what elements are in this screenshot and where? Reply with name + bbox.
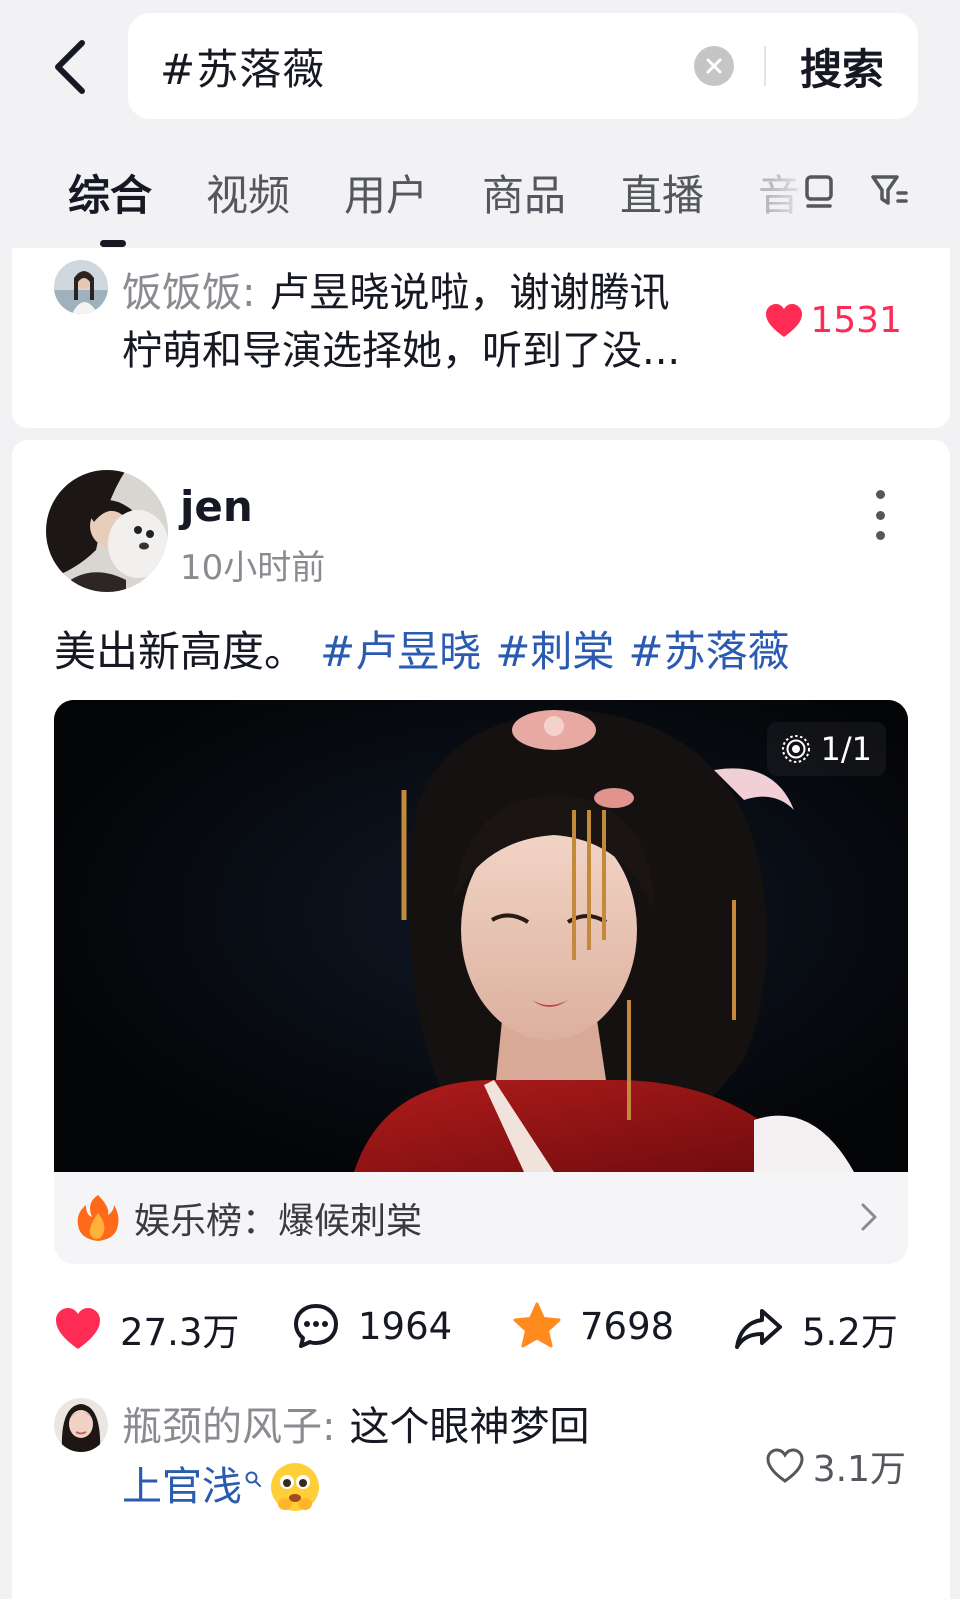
comment-icon (294, 1304, 338, 1348)
comment-like-count: 1531 (810, 300, 902, 341)
chevron-right-icon (861, 1203, 877, 1231)
avatar[interactable] (54, 260, 108, 314)
live-photo-icon (781, 735, 810, 763)
heart-icon (56, 1308, 100, 1349)
hashtag-link[interactable]: #苏落薇 (628, 627, 789, 676)
like-count: 27.3万 (120, 1311, 240, 1354)
tab-video[interactable]: 视频 (206, 162, 290, 223)
star-icon (513, 1302, 561, 1348)
more-options-icon[interactable] (870, 490, 890, 540)
comment-like-count: 3.1万 (812, 1449, 906, 1490)
search-input[interactable]: #苏落薇 (160, 36, 694, 97)
post-timestamp: 10小时前 (180, 548, 326, 588)
share-button[interactable]: 5.2万 (734, 1302, 898, 1356)
tab-users[interactable]: 用户 (344, 162, 428, 223)
image-counter: 1/1 (766, 722, 886, 776)
comment-username[interactable]: 饭饭饭: (122, 270, 255, 316)
tab-comprehensive[interactable]: 综合 (68, 162, 152, 223)
comment-username[interactable]: 瓶颈的风子: (122, 1404, 335, 1450)
hashtag-link[interactable]: #刺棠 (495, 627, 614, 676)
comment-text: 卢昱晓说啦，谢谢腾讯 (269, 270, 670, 316)
comment-button[interactable]: 1964 (292, 1302, 452, 1350)
comment-like-button[interactable]: 1531 (764, 300, 902, 341)
avatar[interactable] (46, 470, 168, 592)
filter-icon[interactable] (866, 168, 912, 214)
comment-count: 1964 (358, 1304, 453, 1348)
caption-text: 美出新高度。 (54, 627, 307, 676)
tab-live[interactable]: 直播 (620, 162, 704, 223)
search-icon (245, 1471, 261, 1487)
comment-like-button[interactable]: 3.1万 (765, 1440, 906, 1492)
comment-line-2: 上官浅 (122, 1458, 322, 1516)
share-count: 5.2万 (802, 1311, 898, 1354)
more-tabs-icon[interactable] (796, 168, 842, 214)
post-username[interactable]: jen (180, 482, 253, 531)
previous-post-card: 饭饭饭: 卢昱晓说啦，谢谢腾讯 柠萌和导演选择她，听到了没... 1531 (12, 248, 950, 428)
keyword-link[interactable]: 上官浅 (122, 1458, 242, 1516)
emoji-icon (271, 1463, 319, 1511)
search-box[interactable]: #苏落薇 搜索 (128, 13, 918, 119)
search-divider (763, 46, 766, 86)
tab-products[interactable]: 商品 (482, 162, 566, 223)
back-button[interactable] (40, 32, 100, 102)
favorite-button[interactable]: 7698 (512, 1302, 674, 1350)
ranking-banner[interactable]: 娱乐榜：爆候刺棠 (54, 1172, 908, 1264)
hashtag-link[interactable]: #卢昱晓 (320, 627, 481, 676)
comment-line-1: 饭饭饭: 卢昱晓说啦，谢谢腾讯 (122, 264, 669, 322)
heart-outline-icon (766, 1448, 804, 1483)
like-button[interactable]: 27.3万 (54, 1302, 239, 1356)
comment-text: 这个眼神梦回 (349, 1404, 590, 1450)
search-button[interactable]: 搜索 (800, 36, 884, 97)
comment-line-1: 瓶颈的风子: 这个眼神梦回 (122, 1398, 589, 1456)
fire-icon (77, 1195, 119, 1241)
tab-bar: 综合 视频 用户 商品 直播 音 (0, 150, 960, 250)
avatar[interactable] (54, 1398, 108, 1452)
post-photo[interactable]: 1/1 (54, 700, 908, 1172)
post-actions: 27.3万 1964 7698 5.2万 (54, 1302, 908, 1362)
favorite-count: 7698 (580, 1304, 675, 1348)
post-card: jen 10小时前 美出新高度。 #卢昱晓 #刺棠 #苏落薇 1/1 娱乐榜：爆… (12, 440, 950, 1599)
clear-icon[interactable] (693, 46, 734, 86)
active-tab-indicator (100, 240, 126, 247)
heart-icon (766, 303, 803, 337)
search-header: #苏落薇 搜索 (0, 0, 960, 140)
post-caption: 美出新高度。 #卢昱晓 #刺棠 #苏落薇 (54, 618, 790, 679)
chevron-left-icon (55, 40, 85, 94)
image-counter-text: 1/1 (820, 730, 873, 768)
share-icon (735, 1309, 782, 1349)
ranking-label: 娱乐榜：爆候刺棠 (134, 1201, 423, 1242)
comment-line-2: 柠萌和导演选择她，听到了没... (122, 328, 681, 374)
